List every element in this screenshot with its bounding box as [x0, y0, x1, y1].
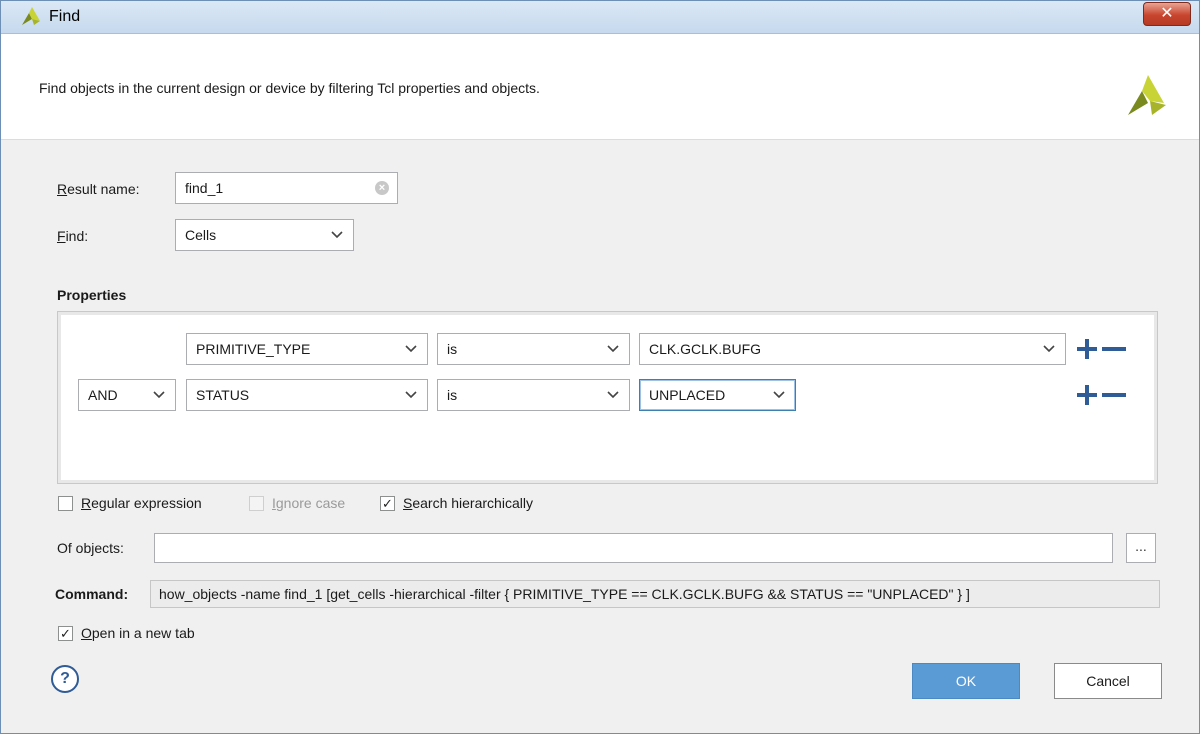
search-hier-label[interactable]: Search hierarchically — [403, 495, 533, 511]
operator-select-1[interactable]: is — [437, 333, 630, 365]
clear-icon[interactable]: × — [375, 181, 389, 195]
help-icon[interactable]: ? — [51, 665, 79, 693]
operator-value-2: is — [447, 387, 458, 403]
property-select-2[interactable]: STATUS — [186, 379, 428, 411]
vivado-large-logo-icon — [1128, 75, 1166, 115]
value-select-1[interactable]: CLK.GCLK.BUFG — [639, 333, 1066, 365]
regex-label[interactable]: Regular expression — [81, 495, 202, 511]
result-name-label: Result name: — [57, 181, 140, 197]
ok-button[interactable]: OK — [912, 663, 1020, 699]
command-text: how_objects -name find_1 [get_cells -hie… — [150, 580, 1160, 608]
chevron-down-icon — [607, 391, 619, 399]
value-select-2[interactable]: UNPLACED — [639, 379, 796, 411]
header-description: Find objects in the current design or de… — [39, 80, 540, 96]
window-title: Find — [49, 8, 81, 25]
close-icon: ✕ — [1160, 5, 1174, 22]
chevron-down-icon — [331, 231, 343, 239]
of-objects-label: Of objects: — [57, 540, 124, 556]
value-value-2: UNPLACED — [649, 387, 726, 403]
value-value-1: CLK.GCLK.BUFG — [649, 341, 762, 357]
property-value-2: STATUS — [196, 387, 250, 403]
ignore-case-label[interactable]: Ignore case — [272, 495, 345, 511]
find-label: Find: — [57, 228, 89, 244]
property-select-1[interactable]: PRIMITIVE_TYPE — [186, 333, 428, 365]
chevron-down-icon — [1043, 345, 1055, 353]
close-button[interactable]: ✕ — [1143, 2, 1191, 26]
chevron-down-icon — [153, 391, 165, 399]
chevron-down-icon — [607, 345, 619, 353]
dialog-header: Find objects in the current design or de… — [1, 34, 1199, 140]
properties-title: Properties — [57, 287, 127, 303]
plus-icon[interactable] — [1077, 339, 1097, 359]
minus-icon[interactable] — [1102, 393, 1126, 397]
operator-select-2[interactable]: is — [437, 379, 630, 411]
browse-objects-button[interactable]: ... — [1126, 533, 1156, 563]
search-hier-checkbox[interactable]: ✓ — [380, 496, 395, 511]
logic-value-2: AND — [88, 387, 118, 403]
checkmark-icon: ✓ — [60, 626, 71, 641]
command-label: Command: — [55, 586, 129, 602]
operator-value-1: is — [447, 341, 458, 357]
of-objects-input[interactable] — [154, 533, 1113, 563]
vivado-logo-icon — [22, 7, 40, 25]
add-remove-row-1 — [1077, 339, 1126, 359]
ignore-case-checkbox[interactable] — [249, 496, 264, 511]
cancel-button[interactable]: Cancel — [1054, 663, 1162, 699]
checkmark-icon: ✓ — [382, 496, 393, 511]
find-type-select[interactable]: Cells — [175, 219, 354, 251]
logic-select-2[interactable]: AND — [78, 379, 176, 411]
title-bar[interactable]: Find ✕ — [1, 1, 1199, 34]
regex-checkbox[interactable] — [58, 496, 73, 511]
chevron-down-icon — [405, 391, 417, 399]
chevron-down-icon — [773, 391, 785, 399]
open-new-tab-label[interactable]: Open in a new tab — [81, 625, 195, 641]
minus-icon[interactable] — [1102, 347, 1126, 351]
result-name-input[interactable]: find_1 × — [175, 172, 398, 204]
plus-icon[interactable] — [1077, 385, 1097, 405]
result-name-value: find_1 — [185, 180, 224, 196]
chevron-down-icon — [405, 345, 417, 353]
find-type-value: Cells — [185, 227, 217, 243]
find-dialog: Find ✕ Find objects in the current desig… — [0, 0, 1200, 734]
property-value-1: PRIMITIVE_TYPE — [196, 341, 311, 357]
open-new-tab-checkbox[interactable]: ✓ — [58, 626, 73, 641]
add-remove-row-2 — [1077, 385, 1126, 405]
